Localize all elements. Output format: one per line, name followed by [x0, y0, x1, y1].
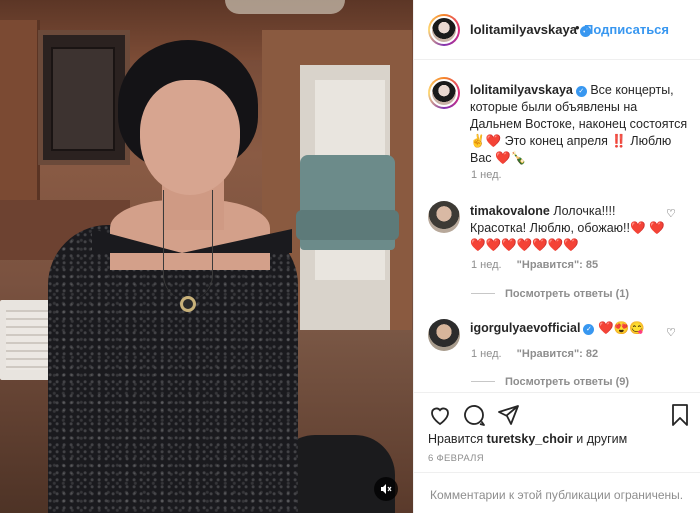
comment-icon[interactable] — [462, 403, 486, 427]
necklace — [163, 190, 213, 300]
caption-text: lolitamilyavskaya ✓ Все концерты, которые… — [470, 82, 688, 167]
author-avatar[interactable] — [428, 14, 460, 46]
commenter-username[interactable]: timakovalone — [470, 204, 550, 218]
comment-meta: 1 нед. "Нравится": 82 — [471, 348, 610, 360]
post-date[interactable]: 6 ФЕВРАЛЯ — [428, 453, 484, 464]
comment-likes[interactable]: "Нравится": 82 — [517, 348, 598, 360]
bookmark-icon[interactable] — [668, 403, 692, 427]
likes-suffix[interactable]: и другим — [576, 432, 627, 446]
comments-footer: Комментарии к этой публикации ограничены… — [414, 472, 700, 513]
speaker-muted-icon[interactable] — [374, 477, 398, 501]
microwave — [38, 30, 130, 165]
comment-like-heart-icon[interactable]: ♡ — [666, 207, 676, 220]
caption-timestamp[interactable]: 1 нед. — [471, 169, 502, 181]
post-header: lolitamilyavskaya ✓ • Подписаться — [414, 0, 700, 60]
comments-limited-notice: Комментарии к этой публикации ограничены… — [430, 488, 684, 502]
comment-likes[interactable]: "Нравится": 85 — [517, 259, 598, 271]
ceiling-light — [225, 0, 345, 14]
comment-body: ❤️😍😋 — [597, 321, 645, 335]
comment-like-heart-icon[interactable]: ♡ — [666, 326, 676, 339]
action-bar — [414, 392, 700, 432]
commenter-username[interactable]: igorgulyaevofficial — [470, 321, 580, 335]
comment-text: igorgulyaevofficial ✓ ❤️😍😋 — [470, 320, 670, 337]
author-username-text[interactable]: lolitamilyavskaya — [470, 22, 577, 37]
couch — [296, 155, 399, 250]
commenter-avatar[interactable] — [428, 319, 460, 351]
verified-badge-icon: ✓ — [583, 324, 595, 335]
caption-author-avatar[interactable] — [428, 77, 460, 109]
follow-button[interactable]: Подписаться — [584, 22, 669, 37]
verified-badge-icon: ✓ — [575, 86, 587, 97]
speaker-muted-icon-glyph — [381, 484, 392, 494]
post-video[interactable] — [0, 0, 413, 513]
likes-prefix: Нравится — [428, 432, 484, 446]
caption-author-username[interactable]: lolitamilyavskaya — [470, 83, 573, 97]
share-icon[interactable] — [496, 403, 520, 427]
comments-list[interactable]: lolitamilyavskaya ✓ Все концерты, которые… — [414, 61, 700, 391]
woman-face — [140, 80, 240, 195]
view-replies-button[interactable]: Посмотреть ответы (9) — [471, 376, 629, 388]
author-username[interactable]: lolitamilyavskaya ✓ — [470, 22, 591, 37]
comment-timestamp[interactable]: 1 нед. — [471, 259, 502, 271]
pendant — [180, 296, 196, 312]
view-replies-button[interactable]: Посмотреть ответы (1) — [471, 288, 629, 300]
cabinet-left — [0, 20, 40, 220]
commenter-avatar[interactable] — [428, 201, 460, 233]
separator-dot: • — [575, 20, 580, 35]
post-side-panel: lolitamilyavskaya ✓ • Подписаться lolitam… — [413, 0, 700, 513]
comment-timestamp[interactable]: 1 нед. — [471, 348, 502, 360]
liked-by-username[interactable]: turetsky_choir — [487, 432, 573, 446]
comment-text: timakovalone Лолочка!!!! Красотка! Люблю… — [470, 203, 670, 254]
liked-by: Нравится turetsky_choir и другим — [428, 432, 627, 446]
heart-icon[interactable] — [428, 403, 452, 427]
comment-meta: 1 нед. "Нравится": 85 — [471, 259, 610, 271]
